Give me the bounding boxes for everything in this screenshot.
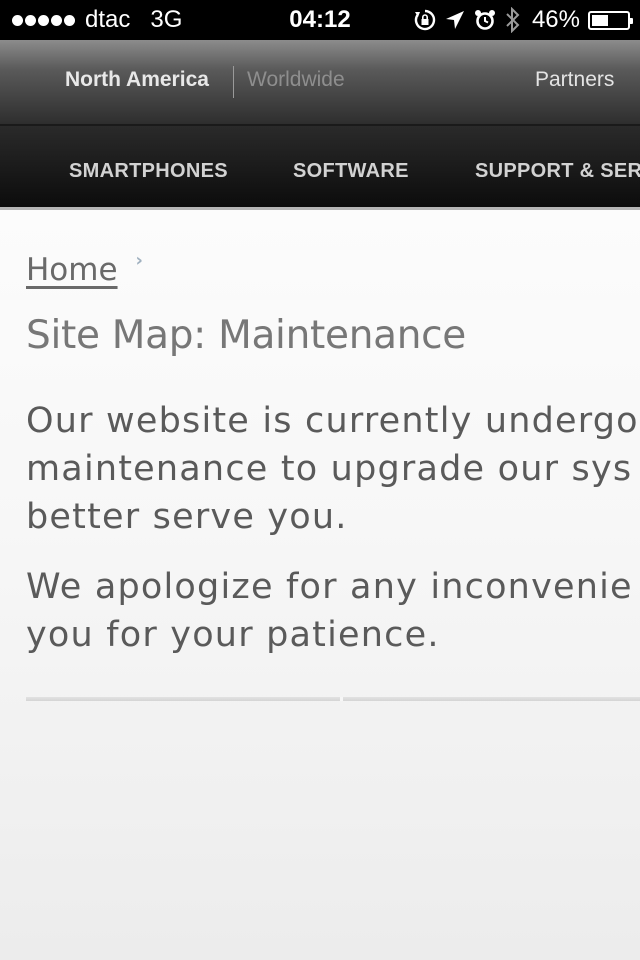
battery-fill bbox=[592, 14, 608, 26]
content-divider bbox=[26, 697, 640, 701]
breadcrumb: Home › bbox=[26, 250, 143, 288]
maintenance-message: Our website is currently undergo mainten… bbox=[26, 397, 640, 541]
region-bar: North America Worldwide Partners bbox=[0, 40, 640, 126]
battery-percent: 46% bbox=[531, 6, 580, 33]
breadcrumb-home-link[interactable]: Home bbox=[26, 252, 118, 288]
status-bar: dtac 3G 04:12 46% bbox=[0, 0, 640, 40]
message-line: maintenance to upgrade our sys bbox=[26, 449, 633, 489]
partners-link[interactable]: Partners bbox=[535, 68, 614, 92]
message-line: Our website is currently undergo bbox=[26, 401, 639, 441]
nav-software[interactable]: SOFTWARE bbox=[293, 160, 409, 183]
bluetooth-icon bbox=[506, 7, 520, 33]
region-north-america-link[interactable]: North America bbox=[65, 68, 209, 92]
chevron-right-icon: › bbox=[135, 250, 143, 271]
rotation-lock-icon bbox=[414, 9, 436, 31]
alarm-icon bbox=[474, 10, 495, 30]
main-nav: SMARTPHONES SOFTWARE SUPPORT & SERV bbox=[0, 126, 640, 210]
nav-support-services[interactable]: SUPPORT & SERV bbox=[475, 160, 640, 183]
region-divider bbox=[233, 66, 234, 98]
page-title: Site Map: Maintenance bbox=[26, 313, 466, 358]
location-arrow-icon bbox=[445, 11, 464, 29]
screen: dtac 3G 04:12 46% North America Worldwid… bbox=[0, 0, 640, 960]
apology-message: We apologize for any inconvenie you for … bbox=[26, 563, 640, 659]
nav-smartphones[interactable]: SMARTPHONES bbox=[69, 160, 228, 183]
message-line: We apologize for any inconvenie bbox=[26, 567, 633, 607]
region-worldwide-link[interactable]: Worldwide bbox=[247, 68, 345, 92]
message-line: you for your patience. bbox=[26, 615, 440, 655]
message-line: better serve you. bbox=[26, 497, 348, 537]
status-right: 46% bbox=[406, 0, 633, 40]
battery-icon bbox=[588, 10, 633, 30]
